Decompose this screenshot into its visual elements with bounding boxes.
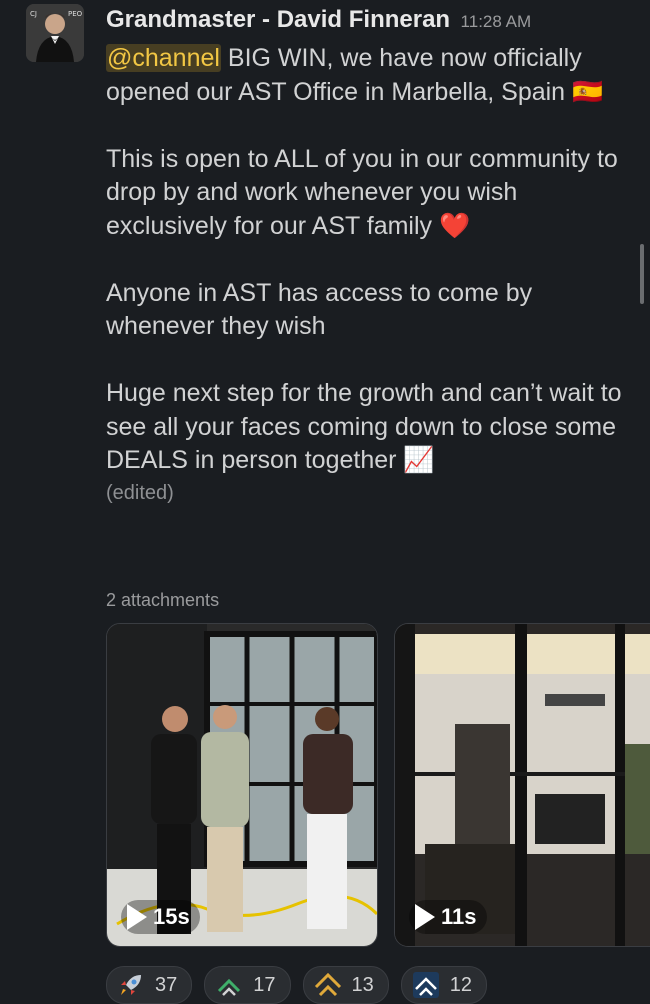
video-attachment-1[interactable]: 15s: [106, 623, 378, 947]
play-button-2[interactable]: 11s: [409, 900, 487, 934]
play-button-1[interactable]: 15s: [121, 900, 200, 934]
message-paragraph-1: @channel BIG WIN, we have now officially…: [106, 42, 626, 109]
attachments-label[interactable]: 2 attachments: [106, 590, 219, 611]
message-body: @channel BIG WIN, we have now officially…: [106, 42, 626, 506]
message-paragraph-2: This is open to ALL of you in our commun…: [106, 143, 626, 244]
ast-logo-blue-icon: [412, 972, 439, 998]
message-paragraph-4: Huge next step for the growth and can’t …: [106, 377, 626, 506]
avatar[interactable]: CJ PEO: [26, 4, 84, 62]
chart-increasing-emoji: 📈: [403, 446, 435, 474]
edited-label: (edited): [106, 481, 174, 504]
reaction-count: 13: [351, 973, 374, 996]
reaction-count: 17: [253, 973, 276, 996]
spain-flag-emoji: 🇪🇸: [572, 77, 604, 106]
reaction-ast-blue[interactable]: 12: [400, 966, 487, 1004]
heart-emoji: ❤️: [439, 211, 471, 240]
message-header: Grandmaster - David Finneran 11:28 AM: [106, 6, 531, 34]
reactions-bar: 37 17 13 12: [106, 966, 487, 1004]
play-icon: [415, 904, 435, 930]
message-paragraph-3: Anyone in AST has access to come by when…: [106, 278, 533, 341]
video-thumbnail-1: [107, 624, 377, 946]
svg-text:PEO: PEO: [68, 10, 83, 18]
reaction-rocket[interactable]: 37: [106, 966, 193, 1004]
play-icon: [127, 904, 147, 930]
video-duration-1: 15s: [153, 904, 190, 929]
channel-mention[interactable]: @channel: [106, 44, 221, 72]
reaction-ast-green[interactable]: 17: [204, 966, 291, 1004]
rocket-icon: [121, 975, 141, 995]
video-attachment-2[interactable]: 11s: [394, 623, 650, 947]
svg-text:CJ: CJ: [30, 10, 37, 18]
message-text-4: Huge next step for the growth and can’t …: [106, 379, 622, 474]
author-name[interactable]: Grandmaster - David Finneran: [106, 6, 450, 33]
ast-logo-green-icon: [218, 978, 241, 996]
reaction-ast-gold[interactable]: 13: [302, 966, 389, 1004]
reaction-count: 12: [449, 973, 472, 996]
message-text-2: This is open to ALL of you in our commun…: [106, 144, 618, 240]
video-thumbnail-2: [395, 624, 650, 946]
reaction-count: 37: [155, 973, 178, 996]
timestamp[interactable]: 11:28 AM: [461, 12, 532, 31]
video-duration-2: 11s: [441, 904, 477, 929]
ast-logo-gold-icon: [314, 972, 341, 997]
scrollbar[interactable]: [640, 244, 644, 304]
